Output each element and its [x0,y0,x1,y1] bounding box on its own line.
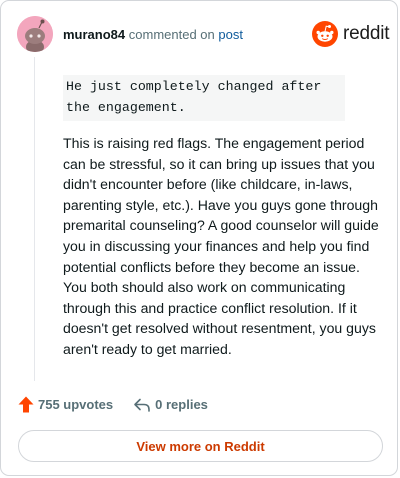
reddit-alien-icon [312,21,338,47]
snoo-avatar-icon [17,16,53,52]
comment-actions: 755 upvotes 0 replies [18,396,208,413]
quoted-code-block: He just completely changed after the eng… [63,75,345,121]
upvote-count: 755 upvotes [38,397,114,412]
reddit-wordmark: reddit [343,23,390,44]
view-more-button[interactable]: View more on Reddit [18,430,383,462]
thread-line [34,57,35,381]
upvote-arrow-icon [18,396,34,413]
upvote-button[interactable]: 755 upvotes [18,396,113,413]
reply-count: 0 replies [155,397,208,412]
user-avatar[interactable] [17,16,53,52]
comment-card: murano84 commented on post reddit He jus… [0,0,398,476]
comment-body: This is raising red flags. The engagemen… [63,135,379,357]
comment-header: murano84 commented on post [63,27,243,42]
post-link[interactable]: post [218,27,243,42]
username-link[interactable]: murano84 [63,27,125,42]
commented-on-text: commented on [128,27,215,42]
reddit-logo[interactable]: reddit [312,21,390,47]
reply-arrow-icon [134,398,150,412]
replies-button[interactable]: 0 replies [133,397,208,413]
